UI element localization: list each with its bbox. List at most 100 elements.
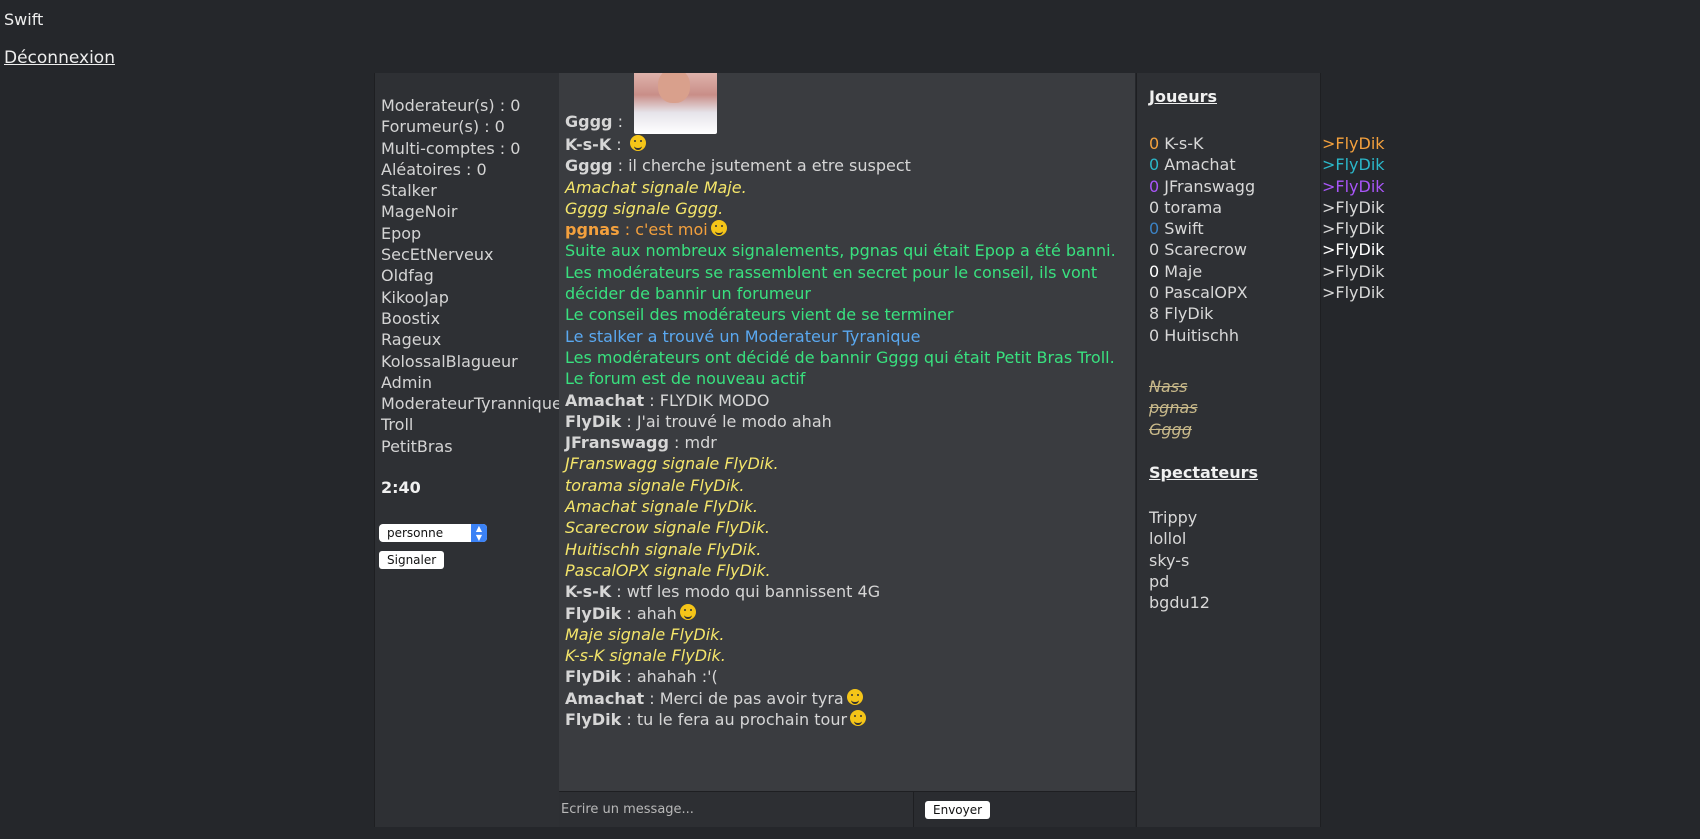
player-item[interactable]: 0 Maje bbox=[1149, 261, 1255, 282]
chat-author[interactable]: FlyDik bbox=[565, 412, 621, 431]
chat-message: Le forum est de nouveau actif bbox=[565, 368, 1131, 389]
player-score: 0 bbox=[1149, 219, 1160, 239]
role-item: MageNoir bbox=[381, 202, 458, 222]
chat-message: JFranswagg signale FlyDik. bbox=[565, 453, 1131, 474]
vote-item: >FlyDik bbox=[1322, 261, 1385, 281]
signal-notice: Maje signale FlyDik. bbox=[565, 624, 725, 644]
chat-text: FLYDIK MODO bbox=[659, 390, 770, 410]
logout-link[interactable]: Déconnexion bbox=[4, 48, 115, 68]
chat-message: Gggg signale Gggg. bbox=[565, 198, 1131, 219]
chat-author[interactable]: Gggg bbox=[565, 156, 613, 175]
system-notice: Le conseil des modérateurs vient de se t… bbox=[565, 305, 954, 325]
current-username: Swift bbox=[4, 10, 44, 29]
send-button[interactable]: Envoyer bbox=[925, 801, 991, 819]
chat-message: Amachat signale Maje. bbox=[565, 177, 1131, 198]
chat-author[interactable]: Gggg bbox=[565, 112, 613, 131]
player-item[interactable]: 0 Swift bbox=[1149, 218, 1255, 239]
vote-item: >FlyDik bbox=[1322, 240, 1385, 260]
signal-notice: Scarecrow signale FlyDik. bbox=[565, 518, 771, 538]
vote-item: >FlyDik bbox=[1322, 176, 1385, 196]
chat-author[interactable]: Amachat bbox=[565, 391, 644, 410]
player-name: FlyDik bbox=[1159, 304, 1214, 324]
role-item: Stalker bbox=[381, 181, 437, 201]
chat-text: ahahah :'( bbox=[636, 667, 718, 687]
signal-notice: JFranswagg signale FlyDik. bbox=[565, 454, 779, 474]
chat-message-orange: pgnas : c'est moi bbox=[565, 220, 727, 239]
signal-notice: torama signale FlyDik. bbox=[565, 475, 745, 495]
chat-message: Les modérateurs se rassemblent en secret… bbox=[565, 262, 1131, 283]
chat-author[interactable]: K-s-K bbox=[565, 582, 611, 601]
role-item: PetitBras bbox=[381, 436, 453, 456]
chat-text: wtf les modo qui bannissent 4G bbox=[626, 582, 881, 602]
players-panel: Joueurs 0 K-s-K 0 Amachat 0 JFranswagg 0 to… bbox=[1136, 73, 1321, 827]
chat-message: FlyDik : ahahah :'( bbox=[565, 667, 718, 687]
meme-image bbox=[634, 73, 718, 134]
player-name: torama bbox=[1159, 197, 1223, 217]
player-name: Amachat bbox=[1159, 155, 1236, 175]
chat-author[interactable]: FlyDik bbox=[565, 710, 621, 729]
chat-author[interactable]: pgnas bbox=[565, 220, 620, 239]
player-score: 0 bbox=[1149, 240, 1160, 260]
role-item: SecEtNerveux bbox=[381, 245, 494, 265]
player-score: 0 bbox=[1149, 261, 1160, 281]
player-item[interactable]: 0 K-s-K bbox=[1149, 133, 1255, 154]
player-name: PascalOPX bbox=[1159, 283, 1248, 303]
role-item: Moderateur(s) : 0 bbox=[381, 96, 521, 115]
vote-item: >FlyDik bbox=[1322, 219, 1385, 239]
chat-message: Les modérateurs ont décidé de bannir Ggg… bbox=[565, 347, 1131, 368]
chat-author[interactable]: JFranswagg bbox=[565, 433, 669, 452]
player-select[interactable]: personne ▲ ▼ bbox=[379, 524, 487, 542]
chat-message: Le stalker a trouvé un Moderateur Tyrani… bbox=[565, 326, 1131, 347]
player-name: Swift bbox=[1159, 219, 1204, 239]
chat-message: Amachat : FLYDIK MODO bbox=[565, 390, 770, 410]
player-item[interactable]: 0 torama bbox=[1149, 197, 1255, 218]
role-item: Aléatoires : 0 bbox=[381, 159, 487, 179]
player-item[interactable]: 0 Scarecrow bbox=[1149, 239, 1255, 260]
player-score: 0 bbox=[1149, 134, 1160, 153]
signal-button[interactable]: Signaler bbox=[379, 551, 445, 569]
player-score: 0 bbox=[1149, 283, 1160, 303]
chat-text: il cherche jsutement a etre suspect bbox=[628, 156, 911, 176]
vote-item: >FlyDik bbox=[1322, 283, 1385, 303]
player-item[interactable]: 0 PascalOPX bbox=[1149, 282, 1255, 303]
player-score: 8 bbox=[1149, 304, 1160, 324]
grin-emoji bbox=[710, 220, 727, 237]
wink-emoji bbox=[850, 710, 867, 727]
chat-panel: Gggg : K-s-K : Gggg : il cherche jsuteme… bbox=[559, 73, 1135, 827]
role-item: KolossalBlagueur bbox=[381, 351, 518, 371]
chat-message: Suite aux nombreux signalements, pgnas q… bbox=[565, 240, 1131, 261]
chat-log[interactable]: Gggg : K-s-K : Gggg : il cherche jsuteme… bbox=[565, 73, 1131, 730]
chat-message: Le conseil des modérateurs vient de se t… bbox=[565, 304, 1131, 325]
chat-text: ahah bbox=[636, 603, 677, 623]
player-item[interactable]: 0 Amachat bbox=[1149, 154, 1255, 175]
player-item[interactable]: 8 FlyDik bbox=[1149, 303, 1255, 324]
chat-author[interactable]: FlyDik bbox=[565, 667, 621, 686]
chat-message: Amachat signale FlyDik. bbox=[565, 496, 1131, 517]
signal-notice: PascalOPX signale FlyDik. bbox=[565, 560, 771, 580]
spectator-item: lollol bbox=[1149, 529, 1187, 549]
role-item: Epop bbox=[381, 223, 422, 243]
chat-author[interactable]: K-s-K bbox=[565, 135, 611, 154]
player-score: 0 bbox=[1149, 197, 1160, 217]
message-input[interactable]: Ecrire un message... bbox=[559, 792, 914, 827]
system-notice: Le stalker a trouvé un Moderateur Tyrani… bbox=[565, 326, 921, 346]
role-item: Rageux bbox=[381, 330, 442, 350]
dead-players-list: Nass pgnas Gggg bbox=[1149, 376, 1198, 440]
signal-notice: K-s-K signale FlyDik. bbox=[565, 646, 726, 666]
chat-text: tu le fera au prochain tour bbox=[636, 710, 848, 730]
votes-list: >FlyDik >FlyDik >FlyDik >FlyDik >FlyDik >FlyD… bbox=[1322, 133, 1385, 303]
role-item: Admin bbox=[381, 372, 432, 392]
player-item[interactable]: 0 Huitischh bbox=[1149, 325, 1255, 346]
game-timer: 2:40 bbox=[381, 478, 421, 497]
player-select-value: personne bbox=[387, 526, 444, 540]
role-item: Multi-comptes : 0 bbox=[381, 138, 521, 158]
chat-text: c'est moi bbox=[635, 220, 708, 240]
chat-message: Huitischh signale FlyDik. bbox=[565, 539, 1131, 560]
player-item[interactable]: 0 JFranswagg bbox=[1149, 176, 1255, 197]
signal-notice: Gggg signale Gggg. bbox=[565, 198, 724, 218]
chat-author[interactable]: Amachat bbox=[565, 689, 644, 708]
chat-author[interactable]: FlyDik bbox=[565, 604, 621, 623]
chat-message: torama signale FlyDik. bbox=[565, 475, 1131, 496]
signal-notice: Huitischh signale FlyDik. bbox=[565, 539, 762, 559]
signal-notice: Amachat signale FlyDik. bbox=[565, 497, 758, 517]
